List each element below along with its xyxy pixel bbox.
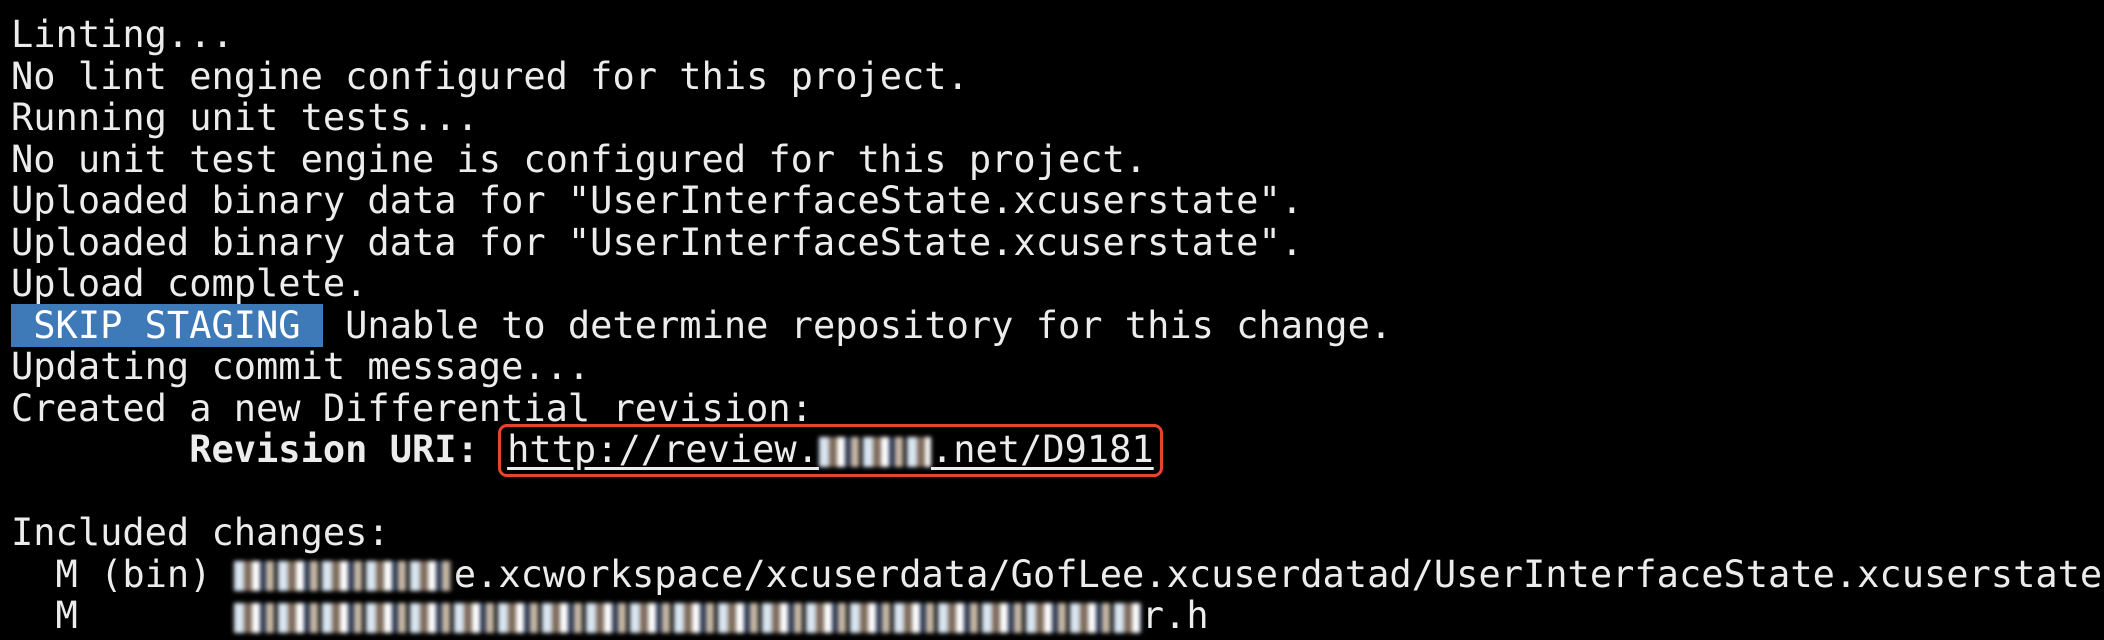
skip-message: Unable to determine repository for this …	[322, 303, 1393, 347]
url-prefix: http://review.	[507, 428, 819, 471]
output-line: Included changes:	[11, 511, 390, 554]
revision-label: Revision URI:	[11, 428, 479, 471]
change-path: r.h	[1141, 594, 1209, 637]
skip-staging-badge: SKIP STAGING	[11, 303, 323, 347]
redacted-text	[233, 561, 454, 591]
output-line: Uploaded binary data for "UserInterfaceS…	[11, 220, 1304, 264]
output-line: Updating commit message...	[11, 345, 591, 388]
output-line: No unit test engine is configured for th…	[11, 137, 1148, 181]
url-suffix: .net/D9181	[930, 428, 1154, 471]
output-line: Upload complete.	[11, 262, 368, 305]
output-line: No lint engine configured for this proje…	[11, 54, 969, 98]
output-line: Uploaded binary data for "UserInterfaceS…	[11, 179, 1304, 222]
revision-line: Revision URI: http://review. .net/D9181	[11, 424, 2104, 477]
output-line: Running unit tests...	[11, 96, 479, 139]
output-line: Linting...	[11, 13, 234, 56]
change-line: M r.h	[11, 595, 2104, 637]
redacted-text	[818, 436, 931, 467]
redacted-text	[233, 602, 1142, 633]
skip-staging-line: SKIP STAGING Unable to determine reposit…	[11, 303, 2104, 347]
terminal-output: Linting... No lint engine configured for…	[0, 0, 2104, 637]
change-prefix: M (bin)	[11, 552, 234, 596]
output-line: Created a new Differential revision:	[11, 386, 813, 430]
change-line: M (bin) e.xcworkspace/xcuserdata/GofLee.…	[11, 552, 2104, 596]
revision-url-link[interactable]: http://review. .net/D9181	[498, 424, 1163, 477]
change-path: e.xcworkspace/xcuserdata/GofLee.xcuserda…	[453, 552, 2103, 596]
change-prefix: M	[11, 594, 234, 637]
